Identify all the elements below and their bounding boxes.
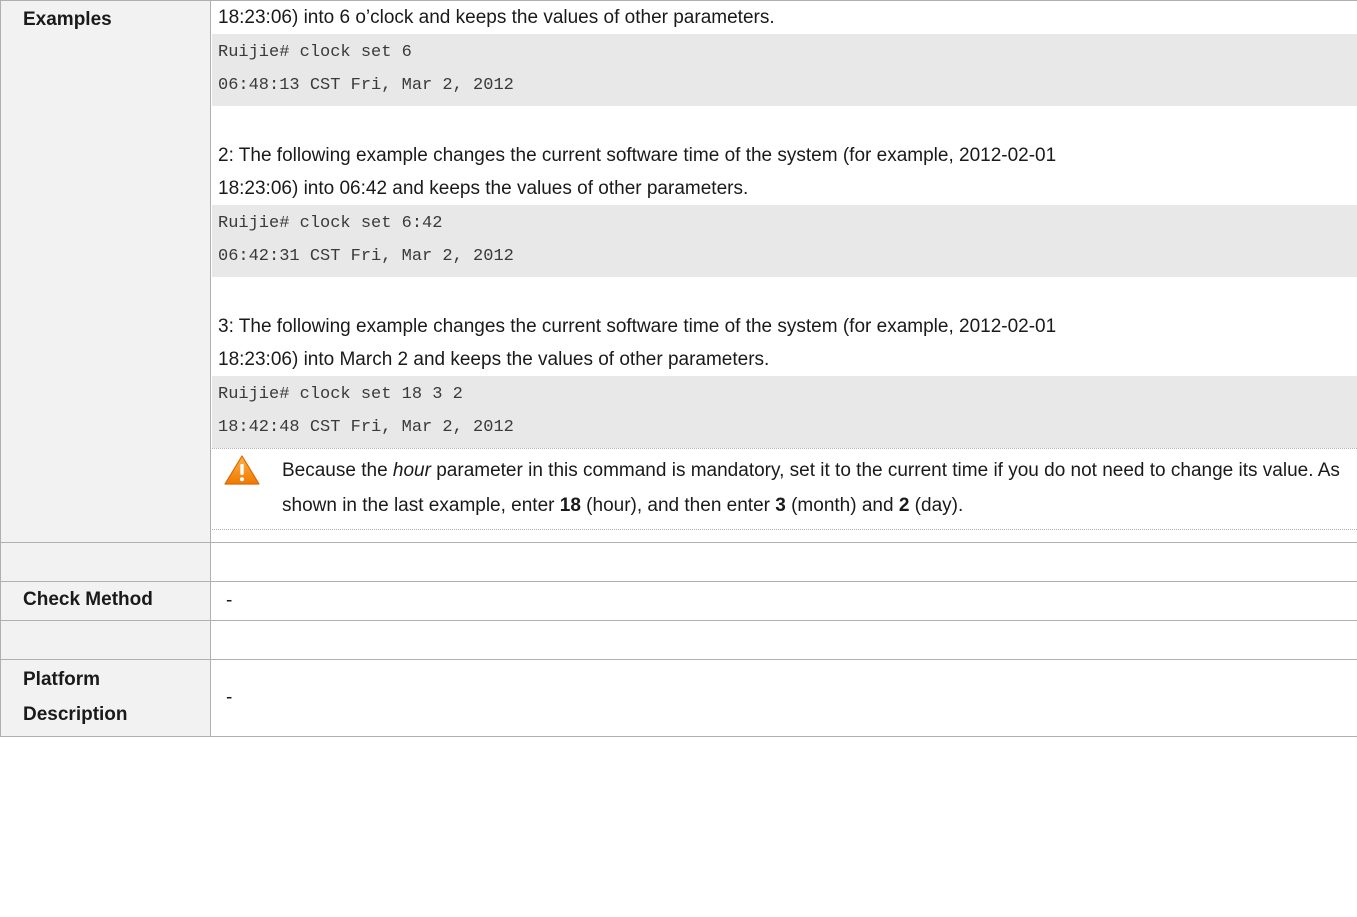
- code-line: Ruijie# clock set 6: [218, 43, 412, 62]
- example-2-line-1: 2: The following example changes the cur…: [218, 145, 1057, 166]
- code-line: 06:48:13 CST Fri, Mar 2, 2012: [218, 76, 514, 95]
- code-line: 06:42:31 CST Fri, Mar 2, 2012: [218, 247, 514, 266]
- example-2-code-block: Ruijie# clock set 6:42 06:42:31 CST Fri,…: [212, 205, 1357, 277]
- warning-icon: [224, 455, 260, 485]
- platform-description-row: Platform Description -: [0, 659, 1357, 737]
- check-method-value: -: [226, 590, 233, 611]
- document-page: Examples 18:23:06) into 6 o’clock and ke…: [0, 0, 1357, 917]
- code-line: Ruijie# clock set 18 3 2: [218, 385, 463, 404]
- code-line: Ruijie# clock set 6:42: [218, 214, 443, 233]
- example-1-intro: 18:23:06) into 6 o’clock and keeps the v…: [218, 7, 775, 28]
- examples-label: Examples: [0, 0, 211, 543]
- examples-row: Examples 18:23:06) into 6 o’clock and ke…: [0, 0, 1357, 543]
- empty-row: [0, 542, 1357, 582]
- caution-note: Because the hour parameter in this comma…: [212, 448, 1357, 530]
- example-2-line-2: 18:23:06) into 06:42 and keeps the value…: [218, 178, 749, 199]
- command-reference-table: Examples 18:23:06) into 6 o’clock and ke…: [0, 0, 1357, 737]
- caution-note-text: Because the hour parameter in this comma…: [282, 460, 1340, 516]
- platform-description-label: Platform Description: [0, 659, 211, 737]
- code-line: 18:42:48 CST Fri, Mar 2, 2012: [218, 418, 514, 437]
- check-method-label: Check Method: [0, 581, 211, 621]
- example-3-line-1: 3: The following example changes the cur…: [218, 316, 1057, 337]
- example-1-code-block: Ruijie# clock set 6 06:48:13 CST Fri, Ma…: [212, 34, 1357, 106]
- platform-description-value: -: [226, 687, 233, 708]
- example-3-code-block: Ruijie# clock set 18 3 2 18:42:48 CST Fr…: [212, 376, 1357, 448]
- examples-content: 18:23:06) into 6 o’clock and keeps the v…: [210, 0, 1357, 543]
- check-method-row: Check Method -: [0, 581, 1357, 621]
- empty-row: [0, 620, 1357, 660]
- example-3-line-2: 18:23:06) into March 2 and keeps the val…: [218, 349, 770, 370]
